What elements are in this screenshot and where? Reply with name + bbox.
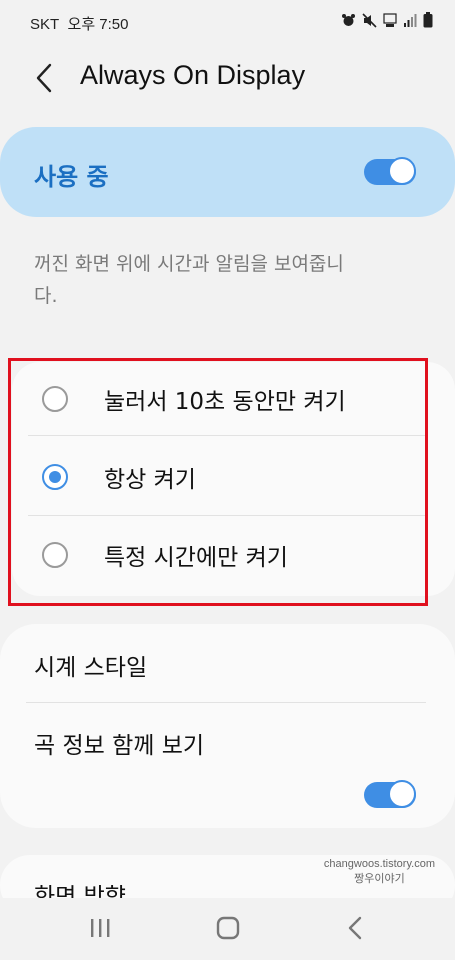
status-icons <box>341 12 433 28</box>
divider <box>26 702 426 703</box>
option-always-on[interactable]: 항상 켜기 <box>12 440 455 518</box>
radio-button[interactable] <box>42 542 68 568</box>
alarm-icon <box>342 13 355 26</box>
display-mode-options: 눌러서 10초 동안만 켜기 항상 켜기 특정 시간에만 켜기 <box>12 362 455 596</box>
clock-time: 오후 7:50 <box>67 16 129 33</box>
carrier-label: SKT <box>30 16 60 33</box>
status-bar: SKT 오후 7:50 <box>0 0 455 44</box>
watermark-name: 짱우이야기 <box>354 873 405 885</box>
radio-button[interactable] <box>42 386 68 412</box>
music-info-toggle[interactable] <box>364 780 416 810</box>
home-icon <box>216 916 240 940</box>
home-button[interactable] <box>208 912 248 944</box>
watermark: changwoos.tistory.com 짱우이야기 <box>324 857 435 887</box>
option-label: 눌러서 10초 동안만 켜기 <box>104 389 346 415</box>
battery-icon <box>423 12 433 28</box>
mute-icon <box>362 12 377 28</box>
master-switch-label: 사용 중 <box>34 163 109 191</box>
option-scheduled[interactable]: 특정 시간에만 켜기 <box>12 518 455 596</box>
radio-button-selected[interactable] <box>42 464 68 490</box>
page-title: Always On Display <box>80 60 306 90</box>
description-text: 꺼진 화면 위에 시간과 알림을 보여줍니다. <box>34 253 344 307</box>
watermark-url: changwoos.tistory.com <box>323 858 435 870</box>
network-icon <box>383 12 397 27</box>
option-label: 항상 켜기 <box>104 467 196 493</box>
master-switch-toggle[interactable] <box>364 157 416 187</box>
status-left: SKT 오후 7:50 <box>30 13 129 34</box>
toggle-knob <box>388 780 416 808</box>
back-icon <box>348 916 362 940</box>
divider <box>28 515 428 516</box>
chevron-left-icon <box>36 63 52 93</box>
master-switch-card[interactable]: 사용 중 <box>0 127 455 217</box>
signal-icon <box>404 13 417 27</box>
music-info-item[interactable]: 곡 정보 함께 보기 <box>34 726 204 760</box>
option-tap-to-show[interactable]: 눌러서 10초 동안만 켜기 <box>12 362 455 440</box>
divider <box>28 435 428 436</box>
recent-apps-button[interactable] <box>80 912 120 944</box>
option-label: 특정 시간에만 켜기 <box>104 545 288 571</box>
back-button[interactable] <box>30 60 60 96</box>
settings-card: 시계 스타일 곡 정보 함께 보기 <box>0 624 455 828</box>
recent-apps-icon <box>91 919 110 937</box>
header: Always On Display <box>0 50 455 106</box>
toggle-knob <box>388 157 416 185</box>
system-back-button[interactable] <box>336 912 376 944</box>
navigation-bar <box>0 898 455 960</box>
clock-style-item[interactable]: 시계 스타일 <box>34 648 147 682</box>
